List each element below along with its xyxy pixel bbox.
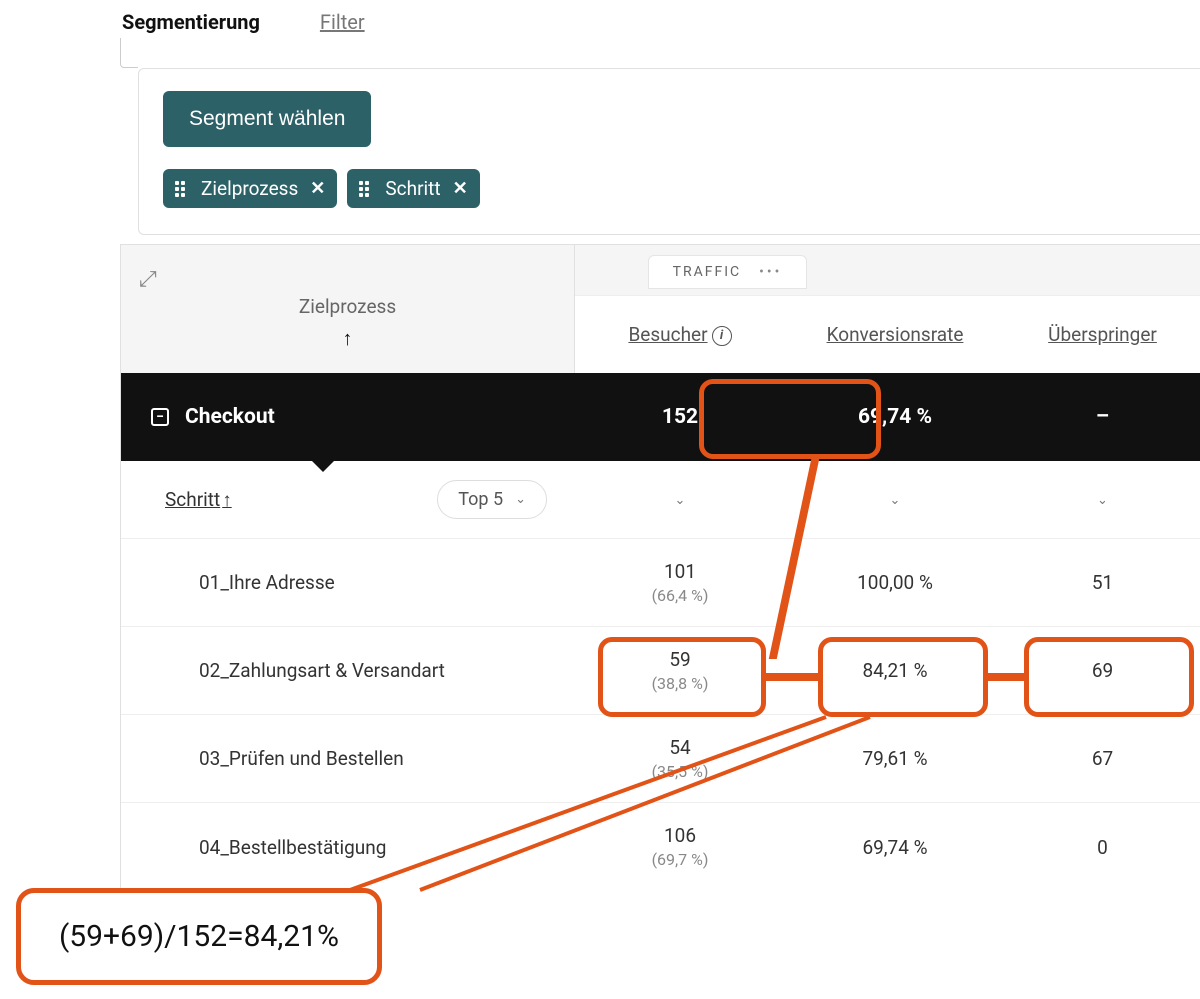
chevron-down-icon[interactable]: ⌄ xyxy=(675,493,686,508)
summary-ueber: – xyxy=(1005,405,1200,429)
schritt-label-text: Schritt xyxy=(165,488,220,511)
metric-group-traffic[interactable]: TRAFFIC ••• xyxy=(648,255,808,289)
table-row: 02_Zahlungsart & Versandart 59(38,8 %) 8… xyxy=(121,627,1200,715)
summary-konv: 69,74 % xyxy=(785,405,1005,429)
cell-konv: 84,21 % xyxy=(785,659,1005,682)
dimension-header: ⤢ Zielprozess ↑ xyxy=(121,245,575,373)
table-header: ⤢ Zielprozess ↑ TRAFFIC ••• Besucheri Ko… xyxy=(121,245,1200,373)
annotation-callout: (59+69)/152=84,21% xyxy=(16,888,382,985)
chip-zielprozess[interactable]: Zielprozess ✕ xyxy=(163,169,337,208)
segment-panel: Segment wählen Zielprozess ✕ Schritt ✕ xyxy=(138,68,1200,235)
summary-row: − Checkout 152 69,74 % – xyxy=(121,373,1200,461)
more-icon[interactable]: ••• xyxy=(759,264,782,280)
traffic-label: TRAFFIC xyxy=(673,264,742,280)
table-row: 03_Prüfen und Bestellen 54(35,5 %) 79,61… xyxy=(121,715,1200,803)
choose-segment-button[interactable]: Segment wählen xyxy=(163,91,371,147)
annotation-formula: (59+69)/152=84,21% xyxy=(59,919,339,954)
summary-name: Checkout xyxy=(185,405,275,429)
summary-besucher: 152 xyxy=(575,405,785,429)
collapse-icon[interactable]: − xyxy=(151,408,169,426)
cell-besucher-pct: (35,5 %) xyxy=(575,761,785,783)
cell-besucher: 101 xyxy=(664,560,696,583)
cell-ueber: 67 xyxy=(1005,747,1200,770)
dimension-label: Zielprozess xyxy=(121,295,574,318)
drag-icon xyxy=(359,181,369,197)
close-icon[interactable]: ✕ xyxy=(310,178,325,199)
table-row: 04_Bestellbestätigung 106(69,7 %) 69,74 … xyxy=(121,803,1200,891)
cell-konv: 100,00 % xyxy=(785,571,1005,594)
funnel-table: ⤢ Zielprozess ↑ TRAFFIC ••• Besucheri Ko… xyxy=(120,244,1200,891)
step-name: 02_Zahlungsart & Versandart xyxy=(121,659,575,682)
tab-filter[interactable]: Filter xyxy=(320,10,365,34)
tab-connector xyxy=(120,38,138,68)
col-ueberspringer[interactable]: Überspringer xyxy=(1005,323,1200,346)
chip-label: Zielprozess xyxy=(201,177,298,200)
chevron-down-icon[interactable]: ⌄ xyxy=(890,493,901,508)
cell-konv: 79,61 % xyxy=(785,747,1005,770)
cell-besucher-pct: (69,7 %) xyxy=(575,849,785,871)
chip-row: Zielprozess ✕ Schritt ✕ xyxy=(163,169,1176,208)
schritt-sort[interactable]: Schritt↑ xyxy=(165,488,232,512)
table-row: 01_Ihre Adresse 101(66,4 %) 100,00 % 51 xyxy=(121,539,1200,627)
cell-besucher: 59 xyxy=(669,648,690,671)
drag-icon xyxy=(175,181,185,197)
subheader-row: Schritt↑ Top 5 ⌄ ⌄ ⌄ ⌄ xyxy=(121,461,1200,539)
cell-besucher-pct: (38,8 %) xyxy=(575,673,785,695)
close-icon[interactable]: ✕ xyxy=(453,178,468,199)
col-besucher[interactable]: Besucheri xyxy=(575,323,785,346)
metric-header-block: TRAFFIC ••• Besucheri Konversionsrate Üb… xyxy=(575,245,1200,373)
chevron-down-icon[interactable]: ⌄ xyxy=(1097,493,1108,508)
top5-label: Top 5 xyxy=(458,489,503,510)
chevron-down-icon: ⌄ xyxy=(515,492,526,507)
cell-ueber: 69 xyxy=(1005,659,1200,682)
tab-segmentation[interactable]: Segmentierung xyxy=(122,10,260,34)
cell-besucher: 106 xyxy=(664,824,696,847)
step-name: 01_Ihre Adresse xyxy=(121,571,575,594)
expand-icon[interactable]: ⤢ xyxy=(139,267,157,292)
tab-bar: Segmentierung Filter xyxy=(122,10,365,34)
top5-dropdown[interactable]: Top 5 ⌄ xyxy=(437,480,547,519)
col-konversionsrate[interactable]: Konversionsrate xyxy=(785,323,1005,346)
cell-besucher-pct: (66,4 %) xyxy=(575,585,785,607)
cell-ueber: 0 xyxy=(1005,836,1200,859)
sort-arrow-icon[interactable]: ↑ xyxy=(121,326,574,351)
step-name: 04_Bestellbestätigung xyxy=(121,836,575,859)
cell-konv: 69,74 % xyxy=(785,836,1005,859)
chip-label: Schritt xyxy=(385,177,440,200)
step-name: 03_Prüfen und Bestellen xyxy=(121,747,575,770)
chip-schritt[interactable]: Schritt ✕ xyxy=(347,169,479,208)
drop-indicator-icon xyxy=(311,460,335,472)
cell-besucher: 54 xyxy=(669,736,690,759)
info-icon[interactable]: i xyxy=(712,326,732,346)
col-besucher-label: Besucher xyxy=(628,323,707,346)
cell-ueber: 51 xyxy=(1005,571,1200,594)
